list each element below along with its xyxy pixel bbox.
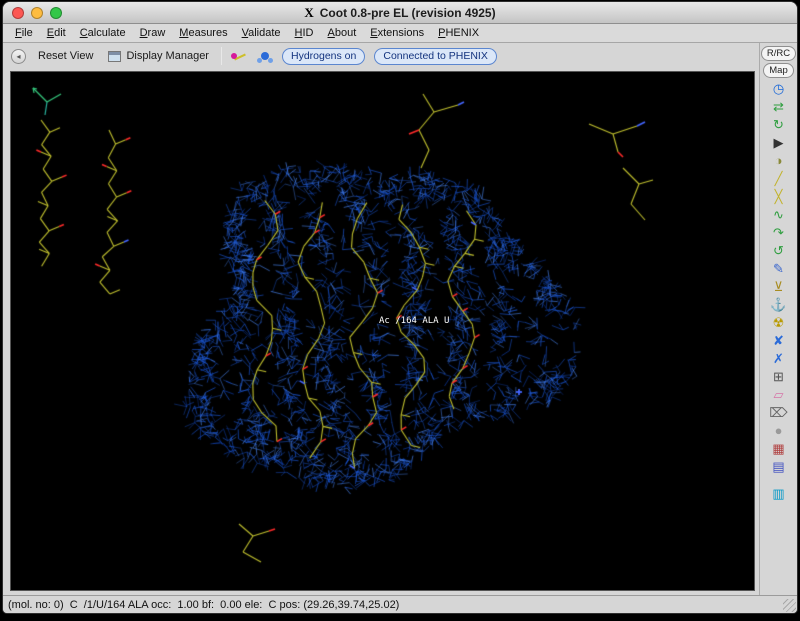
auto-fit-rotamer-icon[interactable]: ◑ (767, 152, 791, 169)
rotate-translate-icon[interactable]: ▶ (767, 134, 791, 151)
menu-hid[interactable]: HID (288, 25, 321, 41)
statusbar: (mol. no: 0) C /1/U/164 ALA occ: 1.00 bf… (3, 595, 797, 613)
coot-window: X Coot 0.8-pre EL (revision 4925) FileEd… (2, 1, 798, 614)
gl-viewport: Ac /164 ALA U (10, 71, 755, 591)
minimize-button[interactable] (31, 7, 43, 19)
side-icon-strip: ◷⇄↻▶◑╱╳∿↷↺✎⊻⚓☢✘✗⊞▱⌦●▦▤ ▥ (767, 80, 791, 502)
traffic-lights (12, 7, 62, 19)
display-manager-label: Display Manager (126, 50, 209, 62)
menu-about[interactable]: About (321, 25, 364, 41)
resize-grip[interactable] (783, 599, 796, 612)
map-button[interactable]: Map (763, 63, 793, 78)
menu-extensions[interactable]: Extensions (363, 25, 431, 41)
mutate-autofit-icon[interactable]: ☢ (767, 314, 791, 331)
reset-view-label: Reset View (38, 50, 93, 62)
zoom-button[interactable] (50, 7, 62, 19)
simple-mutate-icon[interactable]: ✘ (767, 332, 791, 349)
add-water-icon[interactable]: ⊞ (767, 368, 791, 385)
reset-view-button[interactable]: Reset View (35, 48, 96, 64)
menu-phenix[interactable]: PHENIX (431, 25, 486, 41)
right-toolbar: R/RC Map ◷⇄↻▶◑╱╳∿↷↺✎⊻⚓☢✘✗⊞▱⌦●▦▤ ▥ (759, 43, 797, 595)
phenix-status-label: Connected to PHENIX (383, 50, 487, 62)
rotamers-icon[interactable]: ╱ (767, 170, 791, 187)
content-row: ◂ Reset View Display Manager (3, 43, 797, 595)
toolbar-collapse-button[interactable]: ◂ (11, 49, 26, 64)
menu-calculate[interactable]: Calculate (73, 25, 133, 41)
menu-draw[interactable]: Draw (133, 25, 173, 41)
phenix-status-button[interactable]: Connected to PHENIX (374, 48, 496, 65)
menu-edit[interactable]: Edit (40, 25, 73, 41)
menu-file[interactable]: File (8, 25, 40, 41)
regularize-zone-icon[interactable]: ⇄ (767, 98, 791, 115)
rigid-body-fit-icon[interactable]: ↻ (767, 116, 791, 133)
menu-measures[interactable]: Measures (172, 25, 234, 41)
menubar: FileEditCalculateDrawMeasuresValidateHID… (3, 24, 797, 43)
scene-preset-icon[interactable]: ▤ (767, 458, 791, 475)
place-atom-icon[interactable]: ⚓ (767, 296, 791, 313)
ghost-map-icon[interactable]: ▦ (767, 440, 791, 457)
atom-label: Ac /164 ALA U (379, 316, 449, 326)
eraser-icon[interactable]: ▱ (767, 386, 791, 403)
flip-peptide-icon[interactable]: ↷ (767, 224, 791, 241)
rrc-button[interactable]: R/RC (761, 46, 796, 61)
x11-app-icon: X (304, 5, 313, 21)
window-title: X Coot 0.8-pre EL (revision 4925) (304, 5, 495, 21)
hydrogens-toggle-label: Hydrogens on (291, 50, 356, 62)
gl-canvas[interactable] (11, 72, 752, 588)
delete-item-icon[interactable]: ⌦ (767, 404, 791, 421)
torsion-general-icon[interactable]: ∿ (767, 206, 791, 223)
titlebar[interactable]: X Coot 0.8-pre EL (revision 4925) (3, 2, 797, 24)
add-alt-conf-icon[interactable]: ⊻ (767, 278, 791, 295)
left-column: ◂ Reset View Display Manager (3, 43, 759, 595)
fix-atoms-icon[interactable]: ✗ (767, 350, 791, 367)
window-title-text: Coot 0.8-pre EL (revision 4925) (320, 6, 496, 20)
toolbar: ◂ Reset View Display Manager (3, 43, 759, 69)
status-text: (mol. no: 0) C /1/U/164 ALA occ: 1.00 bf… (8, 599, 399, 611)
sphere-refine-icon[interactable] (257, 49, 273, 64)
go-to-atom-icon[interactable] (231, 49, 248, 64)
side-chain-180-icon[interactable]: ↺ (767, 242, 791, 259)
hydrogens-toggle-button[interactable]: Hydrogens on (282, 48, 365, 65)
real-space-refine-icon[interactable]: ◷ (767, 80, 791, 97)
display-manager-button[interactable]: Display Manager (105, 48, 212, 64)
menu-validate[interactable]: Validate (235, 25, 288, 41)
close-button[interactable] (12, 7, 24, 19)
toolbar-separator (221, 47, 222, 65)
display-manager-icon (108, 51, 121, 62)
edit-chi-angles-icon[interactable]: ╳ (767, 188, 791, 205)
undo-sphere-icon[interactable]: ● (767, 422, 791, 439)
accept-reject-icon[interactable]: ▥ (767, 485, 791, 502)
add-terminal-residue-icon[interactable]: ✎ (767, 260, 791, 277)
